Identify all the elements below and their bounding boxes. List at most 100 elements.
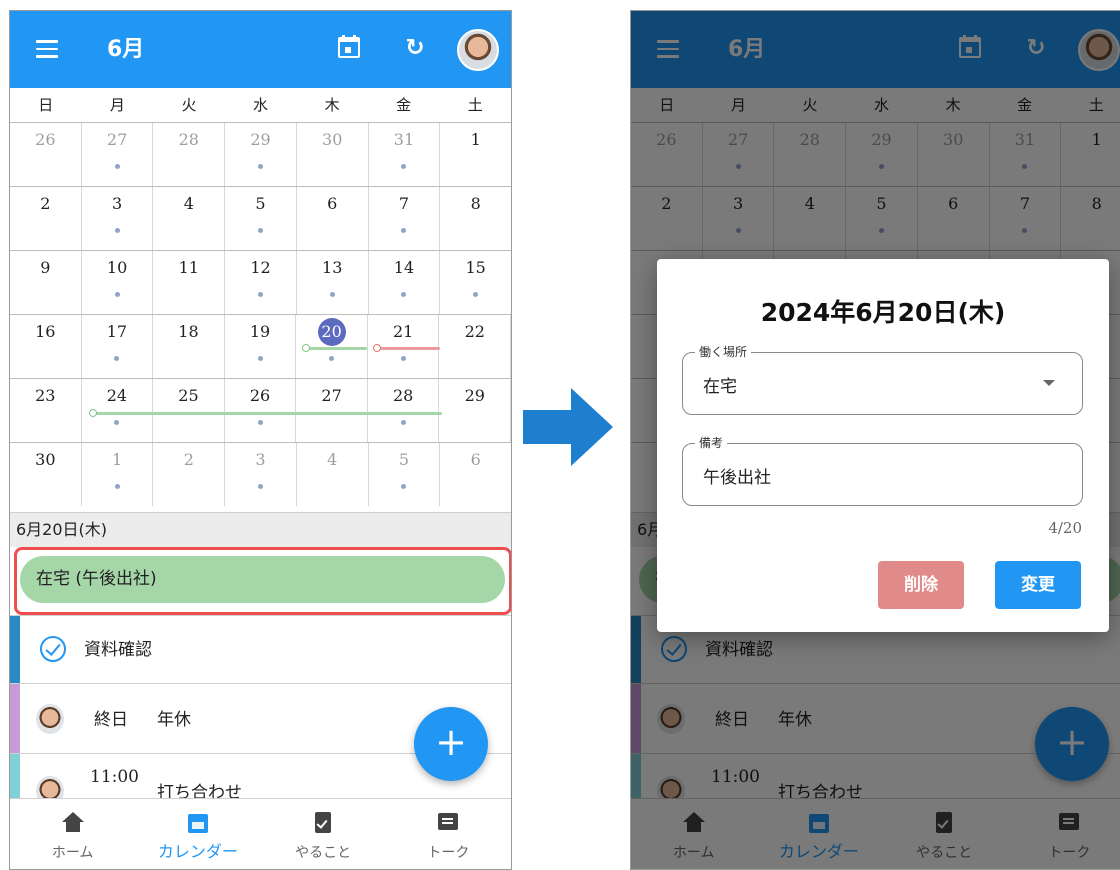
day-number: 31 [393, 130, 415, 149]
menu-icon[interactable] [36, 40, 58, 58]
day-cell[interactable]: 25 [153, 379, 225, 442]
day-cell[interactable]: 2 [10, 187, 82, 250]
allday-title: 年休 [157, 710, 191, 730]
weekday: 金 [396, 96, 412, 114]
day-number: 20 [317, 318, 346, 346]
day-cell[interactable]: 19 [225, 315, 297, 378]
calendar-screen: 6月 ↻ 日 月 火 水 木 金 土 26 27 28 29 30 31 1 2 3 4 5 6 7 8 9… [9, 10, 512, 870]
tab-label: やること [295, 845, 352, 861]
check-circle-icon[interactable] [40, 636, 66, 662]
day-number: 11 [178, 258, 199, 277]
day-cell[interactable]: 30 [10, 443, 82, 506]
day-cell[interactable]: 4 [297, 443, 369, 506]
day-cell[interactable]: 31 [369, 123, 441, 186]
event-dot [258, 228, 264, 233]
day-cell[interactable]: 5 [369, 443, 441, 506]
note-field[interactable]: 備考 午後出社 [682, 434, 1083, 506]
day-cell[interactable]: 28 [368, 379, 440, 442]
month-title: 6月 [107, 37, 145, 62]
event-dot [257, 420, 263, 425]
selected-date-header: 6月20日(木) [10, 512, 511, 547]
avatar[interactable] [457, 29, 499, 71]
event-dot [401, 228, 407, 233]
day-cell[interactable]: 22 [439, 315, 511, 378]
app-bar: 6月 ↻ [10, 11, 511, 88]
day-number: 5 [255, 194, 266, 213]
bottom-nav: ホーム カレンダー やること トーク [10, 798, 511, 869]
todo-item[interactable]: 資料確認 [10, 615, 511, 683]
note-value: 午後出社 [703, 468, 771, 488]
tab-todo[interactable]: やること [261, 799, 386, 869]
dialog-title: 2024年6月20日(木) [760, 298, 1006, 327]
day-number: 27 [106, 130, 128, 149]
day-cell[interactable]: 1 [82, 443, 154, 506]
event-dot [114, 228, 120, 233]
day-cell[interactable]: 1 [440, 123, 511, 186]
day-cell[interactable]: 2 [153, 443, 226, 506]
refresh-icon[interactable]: ↻ [403, 36, 427, 60]
weekday: 木 [324, 96, 340, 114]
day-cell[interactable]: 7 [369, 187, 441, 250]
day-cell[interactable]: 6 [297, 187, 369, 250]
event-dot [257, 356, 263, 361]
weekday: 土 [467, 96, 483, 114]
day-cell[interactable]: 16 [10, 315, 82, 378]
day-cell[interactable]: 14 [369, 251, 441, 314]
calendar-today-icon[interactable] [338, 35, 360, 59]
day-cell[interactable]: 8 [440, 187, 511, 250]
week-row: 2 3 4 5 6 7 8 [10, 186, 511, 250]
day-number: 2 [183, 450, 194, 469]
tab-talk[interactable]: トーク [386, 799, 511, 869]
day-number: 25 [178, 386, 199, 405]
day-number: 15 [465, 258, 486, 277]
calendar-screen-dialog: 6月 ↻ 日 月 火 水 木 金 土 262728293031123456789… [630, 10, 1120, 870]
tab-label: カレンダー [157, 842, 238, 861]
weekday: 火 [181, 96, 197, 114]
tab-label: トーク [427, 845, 470, 861]
place-label: 働く場所 [695, 343, 752, 360]
day-cell[interactable]: 26 [225, 379, 297, 442]
place-select[interactable]: 働く場所 在宅 [682, 343, 1083, 415]
day-cell[interactable]: 29 [225, 123, 297, 186]
day-cell[interactable]: 12 [225, 251, 297, 314]
day-cell[interactable]: 27 [296, 379, 368, 442]
char-counter: 4/20 [1048, 519, 1082, 537]
day-cell[interactable]: 15 [440, 251, 511, 314]
day-cell[interactable]: 4 [153, 187, 226, 250]
day-cell[interactable]: 30 [297, 123, 369, 186]
day-cell[interactable]: 28 [153, 123, 226, 186]
day-cell[interactable]: 11 [153, 251, 226, 314]
week-row: 26 27 28 29 30 31 1 [10, 122, 511, 186]
meeting-time: 11:00 [90, 767, 139, 787]
day-number: 12 [250, 258, 271, 277]
day-number: 18 [178, 322, 199, 341]
day-cell[interactable]: 9 [10, 251, 82, 314]
tab-calendar[interactable]: カレンダー [135, 799, 260, 869]
event-dot [258, 292, 264, 297]
day-cell[interactable]: 26 [10, 123, 82, 186]
week-row: 16 17 18 19 20 21 22 [10, 314, 511, 378]
day-cell[interactable]: 5 [225, 187, 297, 250]
day-cell[interactable]: 3 [225, 443, 297, 506]
day-number: 5 [398, 450, 410, 469]
event-bar [302, 344, 367, 352]
day-cell[interactable]: 18 [153, 315, 225, 378]
change-button[interactable]: 変更 [995, 561, 1081, 609]
event-dot [329, 356, 335, 361]
day-cell[interactable]: 29 [439, 379, 511, 442]
delete-button[interactable]: 削除 [878, 561, 964, 609]
day-cell[interactable]: 3 [82, 187, 154, 250]
day-cell[interactable]: 13 [297, 251, 369, 314]
day-cell[interactable]: 10 [82, 251, 154, 314]
work-place-event[interactable]: 在宅 (午後出社) [20, 556, 505, 603]
day-cell[interactable]: 23 [10, 379, 82, 442]
tab-home[interactable]: ホーム [10, 799, 135, 869]
day-cell[interactable]: 17 [82, 315, 154, 378]
week-row: 23 24 25 26 27 28 29 [10, 378, 511, 442]
add-button[interactable]: + [414, 707, 488, 781]
event-stripe [10, 684, 20, 753]
day-number: 24 [106, 386, 128, 405]
day-number: 23 [35, 386, 56, 405]
day-cell[interactable]: 6 [440, 443, 511, 506]
day-cell[interactable]: 27 [82, 123, 154, 186]
